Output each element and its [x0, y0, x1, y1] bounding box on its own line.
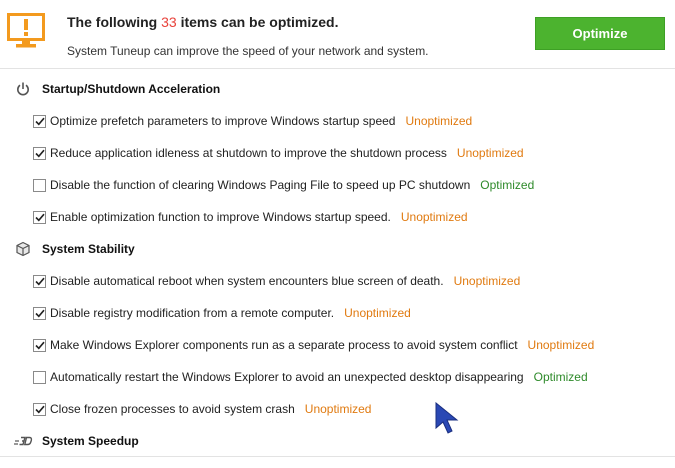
- list-item: Disable registry modification from a rem…: [33, 305, 663, 321]
- item-label: Make Windows Explorer components run as …: [50, 338, 518, 352]
- item-checkbox[interactable]: [33, 114, 46, 128]
- item-label: Optimize prefetch parameters to improve …: [50, 114, 396, 128]
- headline-suffix: items can be optimized.: [176, 14, 339, 30]
- mouse-cursor-icon: [435, 402, 459, 434]
- status-label: Unoptimized: [405, 114, 473, 128]
- list-item: Enable optimization function to improve …: [33, 209, 663, 225]
- item-count: 33: [161, 14, 177, 30]
- section-system-stability: System Stability: [0, 239, 660, 259]
- cube-icon: [16, 241, 30, 257]
- item-checkbox[interactable]: [33, 146, 46, 160]
- list-item: Disable automatical reboot when system e…: [33, 273, 663, 289]
- item-label: Close frozen processes to avoid system c…: [50, 402, 295, 416]
- list-item: Optimize prefetch parameters to improve …: [33, 113, 663, 129]
- list-item: Reduce application idleness at shutdown …: [33, 145, 663, 161]
- section-title: System Stability: [42, 242, 135, 256]
- status-label: Optimized: [480, 178, 535, 192]
- item-label: Disable registry modification from a rem…: [50, 306, 335, 320]
- list-item: Close frozen processes to avoid system c…: [33, 401, 663, 417]
- speed-3d-icon: [14, 436, 33, 446]
- item-checkbox[interactable]: [33, 402, 46, 416]
- item-label: Reduce application idleness at shutdown …: [50, 146, 447, 160]
- item-label: Disable the function of clearing Windows…: [50, 178, 471, 192]
- item-checkbox[interactable]: [33, 370, 46, 384]
- power-icon: [17, 82, 29, 96]
- item-checkbox[interactable]: [33, 306, 46, 320]
- list-item: Disable the function of clearing Windows…: [33, 177, 663, 193]
- status-label: Unoptimized: [304, 402, 372, 416]
- item-checkbox[interactable]: [33, 178, 46, 192]
- item-label: Automatically restart the Windows Explor…: [50, 370, 524, 384]
- status-label: Unoptimized: [527, 338, 595, 352]
- header: The following 33 items can be optimized.…: [0, 0, 675, 68]
- headline: The following 33 items can be optimized.: [67, 14, 339, 30]
- status-label: Unoptimized: [456, 146, 524, 160]
- item-checkbox[interactable]: [33, 274, 46, 288]
- header-divider: [0, 68, 675, 69]
- item-checkbox[interactable]: [33, 338, 46, 352]
- status-label: Unoptimized: [453, 274, 521, 288]
- subtitle: System Tuneup can improve the speed of y…: [67, 44, 429, 58]
- item-checkbox[interactable]: [33, 210, 46, 224]
- section-startup-shutdown: Startup/Shutdown Acceleration: [0, 79, 660, 99]
- section-system-speedup: System Speedup: [0, 431, 660, 451]
- status-label: Optimized: [533, 370, 588, 384]
- optimize-button[interactable]: Optimize: [535, 17, 665, 50]
- status-label: Unoptimized: [344, 306, 411, 320]
- monitor-warning-icon: [7, 13, 45, 48]
- item-label: Disable automatical reboot when system e…: [50, 274, 444, 288]
- bottom-divider: [0, 456, 675, 457]
- headline-prefix: The following: [67, 14, 162, 30]
- list-item: Make Windows Explorer components run as …: [33, 337, 663, 353]
- list-item: Automatically restart the Windows Explor…: [33, 369, 663, 385]
- status-label: Unoptimized: [400, 210, 468, 224]
- item-label: Enable optimization function to improve …: [50, 210, 391, 224]
- system-tuneup-panel: The following 33 items can be optimized.…: [0, 0, 675, 468]
- section-title: System Speedup: [42, 434, 139, 448]
- section-title: Startup/Shutdown Acceleration: [42, 82, 221, 96]
